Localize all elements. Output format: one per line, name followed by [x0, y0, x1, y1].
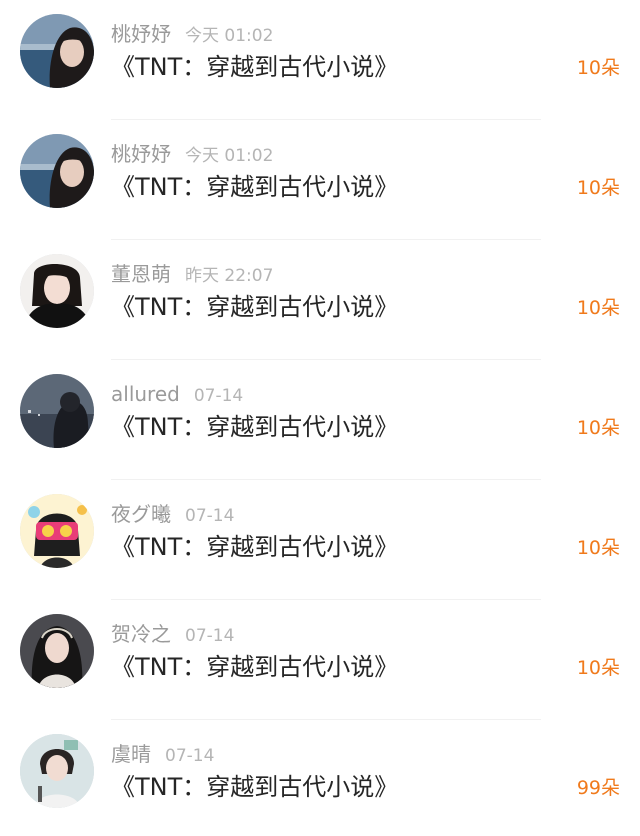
feed-row[interactable]: 桃妤妤 今天 01:02 《TNT：穿越到古代小说》 10朵 — [0, 120, 640, 240]
user-avatar[interactable] — [20, 734, 94, 808]
row-meta: 董恩萌 昨天 22:07 — [111, 261, 273, 287]
avatar-photo-icon — [20, 734, 94, 808]
username[interactable]: 桃妤妤 — [111, 22, 171, 46]
user-avatar[interactable] — [20, 374, 94, 448]
row-meta: 夜グ曦 07-14 — [111, 501, 234, 527]
avatar-photo-icon — [20, 374, 94, 448]
feed-row[interactable]: 董恩萌 昨天 22:07 《TNT：穿越到古代小说》 10朵 — [0, 240, 640, 360]
timestamp: 07-14 — [185, 626, 235, 646]
book-title[interactable]: 《TNT：穿越到古代小说》 — [111, 530, 398, 564]
book-title[interactable]: 《TNT：穿越到古代小说》 — [111, 650, 398, 684]
timestamp: 今天 01:02 — [185, 146, 274, 166]
gift-count: 10朵 — [576, 177, 620, 199]
avatar-photo-icon — [20, 494, 94, 568]
avatar-photo-icon — [20, 614, 94, 688]
username[interactable]: allured — [111, 382, 180, 406]
book-title[interactable]: 《TNT：穿越到古代小说》 — [111, 770, 398, 804]
gift-count: 10朵 — [576, 417, 620, 439]
user-avatar[interactable] — [20, 14, 94, 88]
username[interactable]: 董恩萌 — [111, 262, 171, 286]
username[interactable]: 桃妤妤 — [111, 142, 171, 166]
username[interactable]: 贺冷之 — [111, 622, 171, 646]
username[interactable]: 夜グ曦 — [111, 502, 171, 526]
avatar-photo-icon — [20, 254, 94, 328]
book-title[interactable]: 《TNT：穿越到古代小说》 — [111, 410, 398, 444]
timestamp: 07-14 — [193, 386, 244, 406]
row-meta: 贺冷之 07-14 — [111, 621, 234, 647]
book-title[interactable]: 《TNT：穿越到古代小说》 — [111, 50, 398, 84]
gift-count: 10朵 — [576, 657, 620, 679]
book-title[interactable]: 《TNT：穿越到古代小说》 — [111, 170, 398, 204]
feed-row[interactable]: 虞晴 07-14 《TNT：穿越到古代小说》 99朵 — [0, 720, 640, 836]
avatar-photo-icon — [20, 134, 94, 208]
gift-feed: 桃妤妤 今天 01:02 《TNT：穿越到古代小说》 10朵 桃妤妤 今天 01:0… — [0, 0, 640, 836]
timestamp: 07-14 — [165, 746, 215, 766]
username[interactable]: 虞晴 — [111, 742, 151, 766]
user-avatar[interactable] — [20, 254, 94, 328]
feed-row[interactable]: allured 07-14 《TNT：穿越到古代小说》 10朵 — [0, 360, 640, 480]
user-avatar[interactable] — [20, 134, 94, 208]
feed-row[interactable]: 夜グ曦 07-14 《TNT：穿越到古代小说》 10朵 — [0, 480, 640, 600]
gift-count: 10朵 — [576, 57, 620, 79]
gift-count: 10朵 — [576, 537, 620, 559]
row-meta: allured 07-14 — [111, 381, 243, 407]
book-title[interactable]: 《TNT：穿越到古代小说》 — [111, 290, 398, 324]
user-avatar[interactable] — [20, 614, 94, 688]
gift-count: 10朵 — [576, 297, 620, 319]
timestamp: 今天 01:02 — [185, 26, 274, 46]
feed-row[interactable]: 贺冷之 07-14 《TNT：穿越到古代小说》 10朵 — [0, 600, 640, 720]
timestamp: 07-14 — [185, 506, 235, 526]
row-meta: 桃妤妤 今天 01:02 — [111, 141, 273, 167]
gift-count: 99朵 — [576, 777, 620, 799]
timestamp: 昨天 22:07 — [185, 266, 274, 286]
feed-row[interactable]: 桃妤妤 今天 01:02 《TNT：穿越到古代小说》 10朵 — [0, 0, 640, 120]
avatar-photo-icon — [20, 14, 94, 88]
row-meta: 桃妤妤 今天 01:02 — [111, 21, 273, 47]
user-avatar[interactable] — [20, 494, 94, 568]
row-meta: 虞晴 07-14 — [111, 741, 214, 767]
